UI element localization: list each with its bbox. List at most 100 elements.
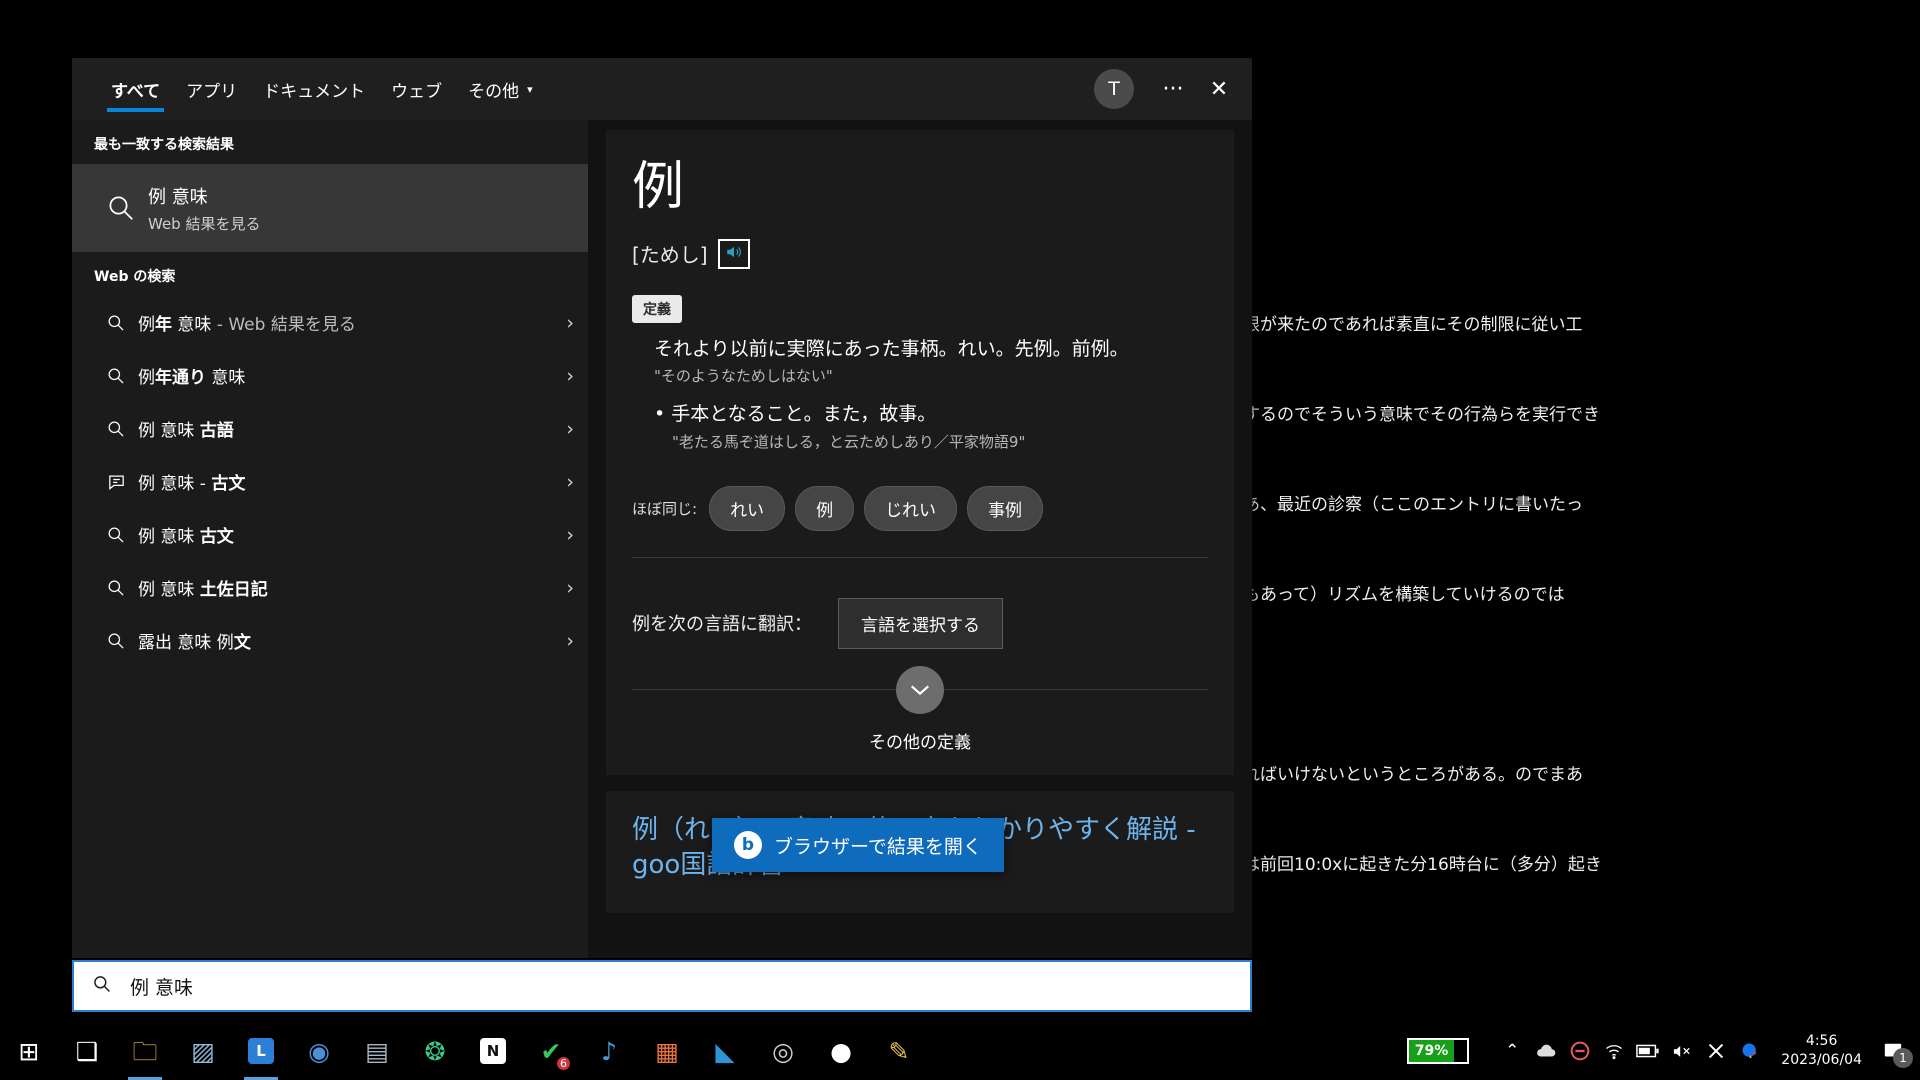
tab-all[interactable]: すべて (98, 60, 173, 118)
chevron-right-icon[interactable]: › (566, 418, 574, 440)
dictionary-card: 例 [ためし] (606, 130, 1234, 775)
close-icon[interactable]: ✕ (1196, 66, 1242, 112)
github-desktop[interactable]: ● (812, 1022, 870, 1080)
synonym-chip[interactable]: 例 (795, 486, 854, 531)
open-in-browser-button[interactable]: b ブラウザーで結果を開く (712, 818, 1004, 872)
search-icon (92, 974, 112, 999)
discord-app[interactable]: ♪ (580, 1022, 638, 1080)
desktop-text-line: は前回10:0xに起きた分16時台に（多分）起き (1243, 850, 1602, 880)
chat-icon (94, 472, 138, 492)
tab-web[interactable]: ウェブ (378, 60, 455, 118)
search-icon (94, 366, 138, 386)
chevron-right-icon[interactable]: › (566, 471, 574, 493)
web-result-label: 例 意味 古文 (138, 522, 234, 547)
avatar[interactable]: T (1094, 69, 1134, 109)
results-pane: 最も一致する検索結果 例 意味 Web 結果を見る Web の検索 例年 意味 … (72, 120, 588, 958)
desktop-text-line (1243, 670, 1602, 700)
desktop-root: 限が来たのであれば素直にその制限に従い工 するのでそういう意味でその行為らを実行… (0, 0, 1920, 1080)
photos-app[interactable]: ▨ (174, 1022, 232, 1080)
web-result-row[interactable]: 露出 意味 例文 › (72, 614, 588, 667)
web-result-row[interactable]: 例 意味 古語 › (72, 402, 588, 455)
chevron-down-icon: ▾ (527, 83, 533, 96)
synonym-chip[interactable]: 事例 (967, 486, 1043, 531)
notion-app[interactable]: N (464, 1022, 522, 1080)
more-options-icon[interactable]: ··· (1150, 66, 1196, 112)
pronounce-button[interactable] (718, 239, 750, 269)
obs-studio[interactable]: ◎ (754, 1022, 812, 1080)
reading-row: [ためし] (632, 239, 1208, 269)
synonym-chip[interactable]: れい (709, 486, 785, 531)
system-tray: 79% ⌃ (1407, 1028, 1920, 1074)
search-icon (94, 193, 148, 223)
web-result-row[interactable]: 例 意味 土佐日記› (72, 561, 588, 614)
google-chrome[interactable]: ◉ (290, 1022, 348, 1080)
best-match-item[interactable]: 例 意味 Web 結果を見る (72, 164, 588, 252)
sticky-notes[interactable]: ▤ (348, 1022, 406, 1080)
desktop-text-line: 限が来たのであれば素直にその制限に従い工 (1243, 310, 1602, 340)
onedrive-cloud-icon[interactable] (1529, 1028, 1563, 1074)
search-box[interactable] (72, 960, 1252, 1012)
search-icon (94, 631, 138, 651)
search-icon (94, 525, 138, 545)
chevron-right-icon[interactable]: › (566, 365, 574, 387)
taskbar-badge: 6 (555, 1055, 572, 1072)
best-match-heading: 最も一致する検索結果 (72, 120, 588, 164)
web-result-label: 露出 意味 例文 (138, 628, 251, 653)
close-x-icon[interactable] (1699, 1028, 1733, 1074)
start-button[interactable]: ⊞ (0, 1022, 58, 1080)
more-definitions-section[interactable]: その他の定義 (632, 690, 1208, 775)
desktop-text-line: もあって）リズムを構築していけるのでは (1243, 580, 1602, 610)
web-result-row[interactable]: 例年通り 意味 › (72, 349, 588, 402)
web-result-label: 例 意味 古語 (138, 416, 234, 441)
web-result-label: 例 意味 - 古文 (138, 469, 245, 494)
chevron-right-icon[interactable]: › (566, 577, 574, 599)
notification-count-badge: 1 (1893, 1048, 1913, 1068)
desktop-text-line: ればいけないというところがある。のでまあ (1243, 760, 1602, 790)
task-view-button-icon: ❑ (76, 1039, 98, 1064)
vs-code[interactable]: ◣ (696, 1022, 754, 1080)
file-explorer[interactable]: 🗀 (116, 1022, 174, 1080)
show-hidden-icons-chevron-up-icon[interactable]: ⌃ (1495, 1028, 1529, 1074)
tab-apps[interactable]: アプリ (173, 60, 250, 118)
notification-center-button[interactable]: 1 (1872, 1028, 1914, 1074)
web-result-label: 例年通り 意味 (138, 363, 245, 388)
synonyms-label: ほぼ同じ: (632, 498, 697, 519)
web-result-row[interactable]: 例年 意味 - Web 結果を見る › (72, 296, 588, 349)
volume-muted-icon[interactable] (1665, 1028, 1699, 1074)
mint-app[interactable]: ❂ (406, 1022, 464, 1080)
task-view-button[interactable]: ❑ (58, 1022, 116, 1080)
chevron-down-icon[interactable] (896, 666, 944, 714)
wifi-icon[interactable] (1597, 1028, 1631, 1074)
todoist-app[interactable]: ✔6 (522, 1022, 580, 1080)
slack-app[interactable]: ▦ (638, 1022, 696, 1080)
battery-percent-indicator[interactable]: 79% (1407, 1038, 1470, 1064)
search-input[interactable] (130, 975, 1172, 997)
tab-label: アプリ (186, 77, 237, 102)
libre-office[interactable]: L (232, 1022, 290, 1080)
notion-app-icon: N (480, 1038, 506, 1064)
sense-example: "そのようなためしはない" (654, 365, 1208, 386)
chrome-profile-icon[interactable] (1733, 1028, 1767, 1074)
battery-icon[interactable] (1631, 1028, 1665, 1074)
desktop-text-line: あ、最近の診察（ここのエントリに書いたっ (1243, 490, 1602, 520)
language-select[interactable]: 言語を選択する (838, 598, 1003, 649)
chevron-right-icon[interactable]: › (566, 630, 574, 652)
web-result-row[interactable]: 例 意味 - 古文 › (72, 455, 588, 508)
chevron-right-icon[interactable]: › (566, 312, 574, 334)
tab-documents[interactable]: ドキュメント (250, 60, 378, 118)
slack-app-icon: ▦ (655, 1039, 679, 1064)
tab-more[interactable]: その他 ▾ (455, 60, 546, 118)
synonym-chip[interactable]: じれい (864, 486, 957, 531)
synonyms-row: ほぼ同じ: れい 例 じれい 事例 (632, 486, 1208, 531)
web-result-row[interactable]: 例 意味 古文 › (72, 508, 588, 561)
web-result-label: 例年 意味 - Web 結果を見る (138, 310, 356, 335)
do-not-disturb-icon[interactable] (1563, 1028, 1597, 1074)
search-body: 最も一致する検索結果 例 意味 Web 結果を見る Web の検索 例年 意味 … (72, 120, 1252, 958)
desktop-background-text: 限が来たのであれば素直にその制限に従い工 するのでそういう意味でその行為らを実行… (1243, 250, 1602, 1080)
notepad-app[interactable]: ✎ (870, 1022, 928, 1080)
tab-label: すべて (111, 77, 160, 102)
open-in-browser-label: ブラウザーで結果を開く (774, 832, 982, 859)
chevron-right-icon[interactable]: › (566, 524, 574, 546)
file-explorer-icon: 🗀 (132, 1039, 157, 1064)
clock[interactable]: 4:56 2023/06/04 (1781, 1032, 1862, 1070)
